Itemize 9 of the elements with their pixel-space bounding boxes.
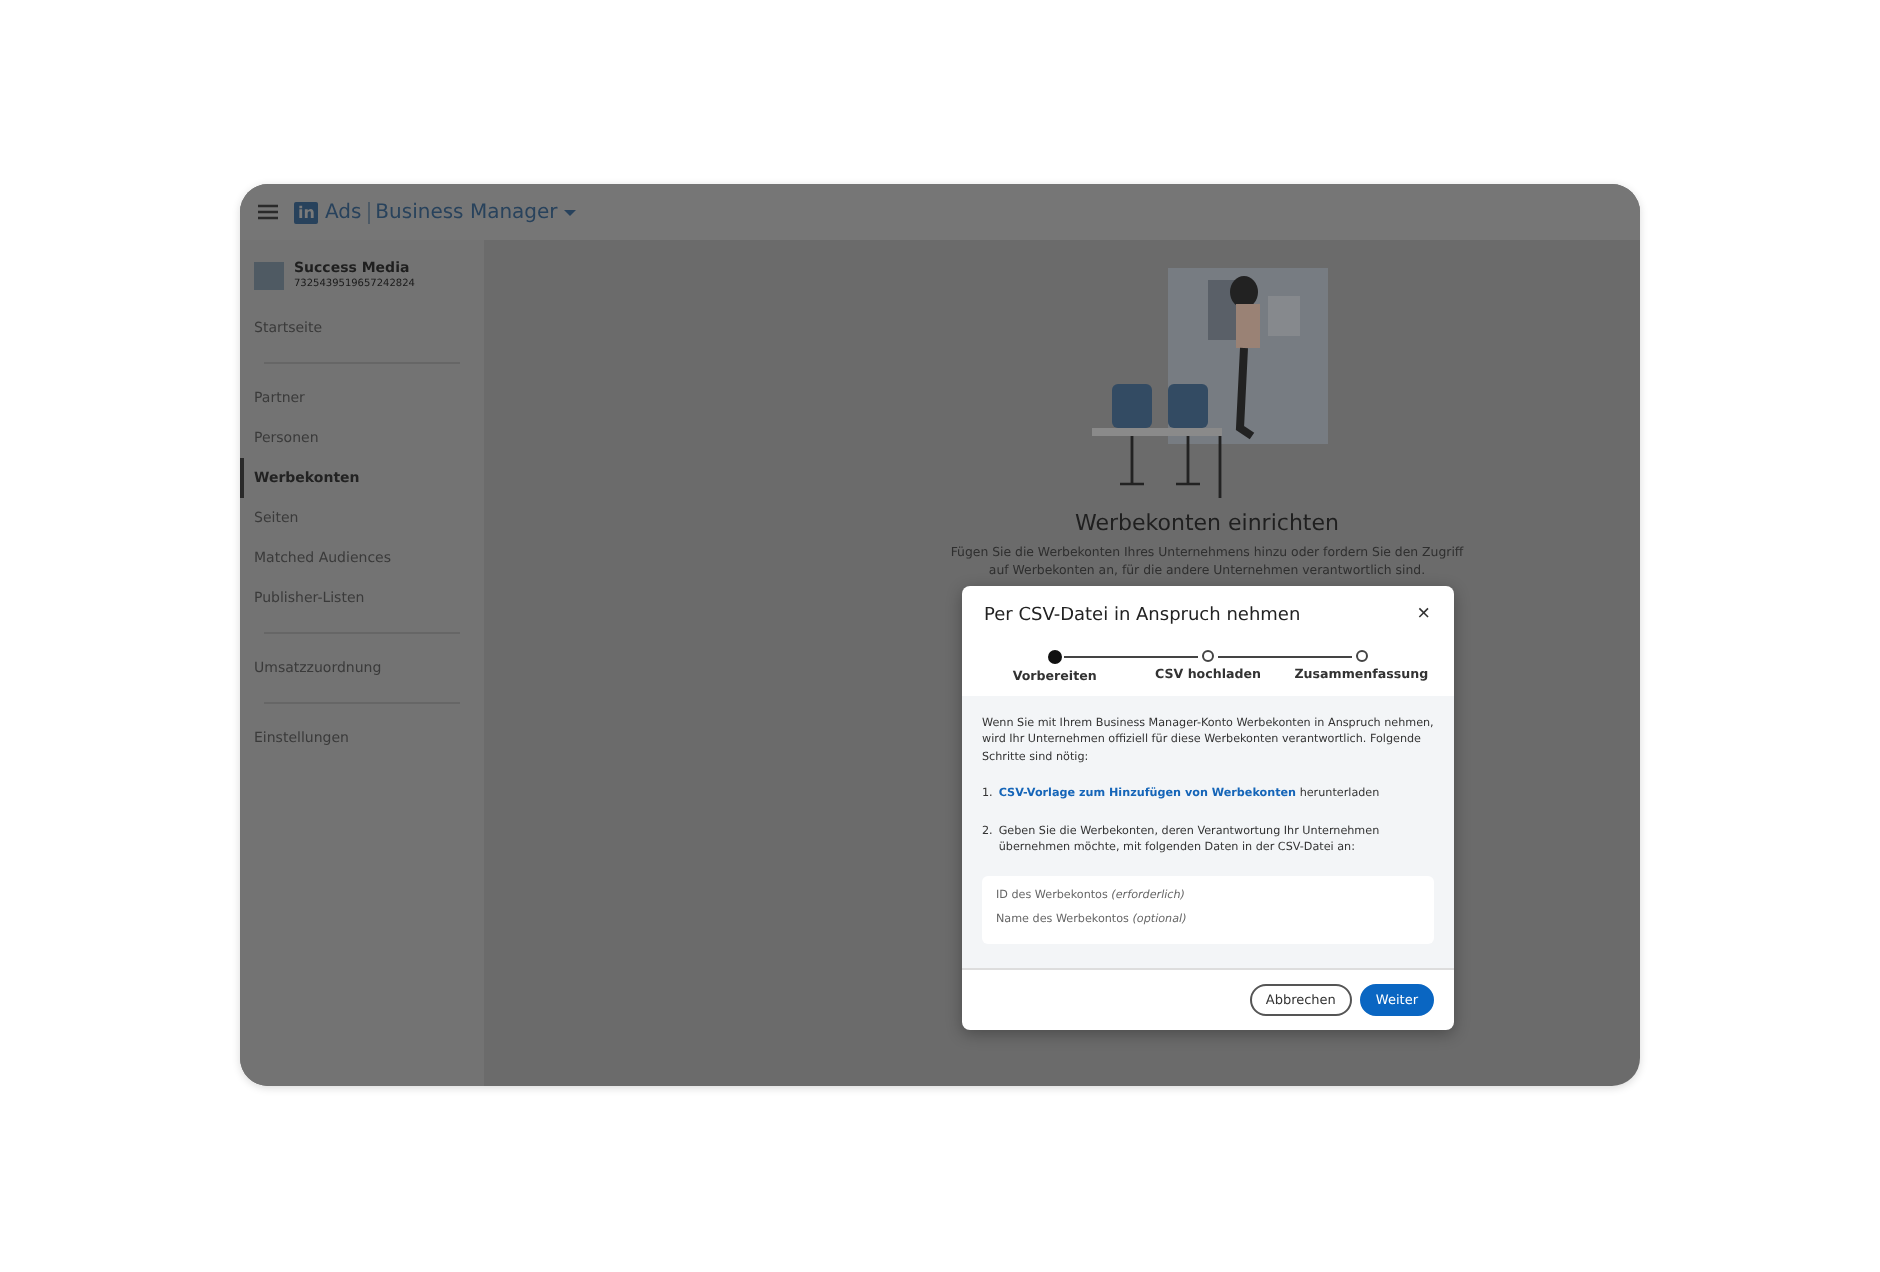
menu-icon[interactable] (258, 204, 278, 220)
logo-badge: in (294, 201, 319, 223)
product-name: Ads (324, 201, 362, 223)
app-title[interactable]: Business Manager (375, 201, 558, 223)
close-button[interactable]: × (1413, 604, 1434, 626)
dialog-title: Per CSV-Datei in Anspruch nehmen (984, 605, 1301, 625)
caret-icon[interactable] (563, 209, 576, 215)
empty-state-title: Werbekonten einrichten (1075, 510, 1339, 536)
company-logo-icon (254, 262, 284, 290)
